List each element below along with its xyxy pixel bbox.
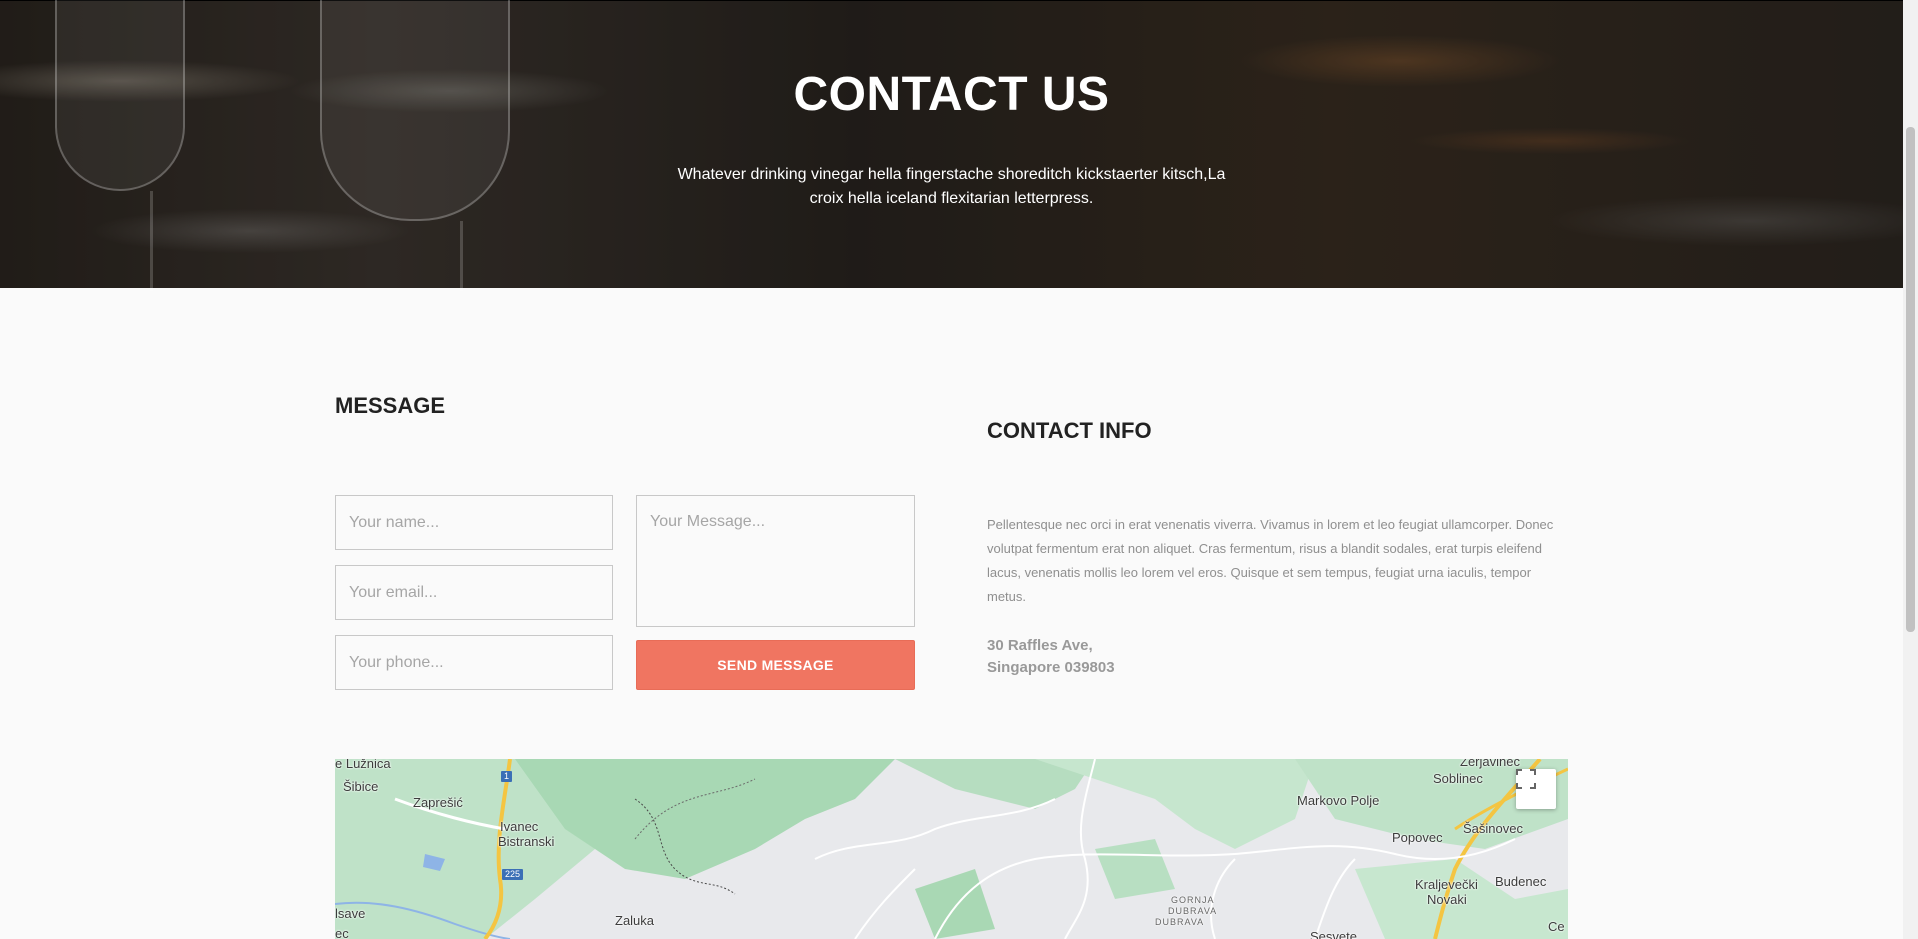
address-line-1: 30 Raffles Ave,	[987, 637, 1093, 654]
map-label-isave: lsave	[335, 906, 366, 921]
page-scrollbar[interactable]	[1903, 0, 1918, 939]
address-line-2: Singapore 039803	[987, 659, 1115, 676]
message-heading: MESSAGE	[335, 393, 446, 418]
map-label-ec: ec	[335, 926, 349, 939]
map-label-zapresic: Zaprešić	[413, 795, 463, 810]
address: 30 Raffles Ave, Singapore 039803	[987, 635, 1115, 679]
page-title: CONTACT US	[793, 68, 1110, 121]
phone-input[interactable]	[335, 635, 613, 690]
map-label-dubrava: DUBRAVA	[1168, 906, 1218, 916]
map-label-popovec: Popovec	[1392, 830, 1443, 845]
map-terrain	[335, 759, 1568, 939]
hero-banner: CONTACT US Whatever drinking vinegar hel…	[0, 0, 1903, 291]
map-label-soblinec: Soblinec	[1433, 771, 1483, 786]
map-label-gornja: GORNJA	[1171, 895, 1215, 905]
map-embed[interactable]: e Lužnica Šibice Zaprešić Ivanec Bistran…	[335, 759, 1568, 939]
wine-glass-stem	[150, 191, 153, 291]
map-label-ce: Ce	[1548, 919, 1565, 934]
map-label-bistranski: Bistranski	[498, 834, 555, 849]
map-label-luznica: e Lužnica	[335, 759, 391, 771]
map-label-markovo-polje: Markovo Polje	[1297, 793, 1380, 808]
map-fullscreen-button[interactable]	[1516, 769, 1556, 809]
map-label-sasinovec: Šašinovec	[1463, 821, 1523, 836]
map-label-budenec: Budenec	[1495, 874, 1547, 889]
name-input[interactable]	[335, 495, 613, 550]
road-badge-225: 225	[502, 869, 524, 880]
contact-info-heading: CONTACT INFO	[987, 418, 1152, 443]
scrollbar-thumb[interactable]	[1906, 127, 1915, 632]
map-label-dubrava-lower: DUBRAVA	[1155, 917, 1205, 927]
map-label-sesvete: Sesvete	[1310, 929, 1357, 939]
email-input[interactable]	[335, 565, 613, 620]
map-label-zaluka: Zaluka	[615, 913, 655, 928]
contact-info-text: Pellentesque nec orci in erat venenatis …	[987, 517, 1554, 604]
map-label-ivanec: Ivanec	[500, 819, 539, 834]
map-label-kraljevecki: Kraljevečki	[1415, 877, 1478, 892]
map-label-sibice: Šibice	[343, 779, 379, 794]
message-textarea[interactable]	[636, 495, 915, 627]
send-message-button[interactable]: SEND MESSAGE	[636, 640, 915, 690]
wine-glass-stem	[460, 221, 463, 291]
contact-page: CONTACT US Whatever drinking vinegar hel…	[0, 0, 1918, 939]
map-label-zerjavinec: Zerjavinec	[1460, 759, 1520, 769]
road-badge-1: 1	[501, 771, 513, 782]
map-label-novaki: Novaki	[1427, 892, 1467, 907]
hero-subtitle: Whatever drinking vinegar hella fingerst…	[677, 166, 1226, 207]
fullscreen-icon	[1516, 769, 1536, 789]
